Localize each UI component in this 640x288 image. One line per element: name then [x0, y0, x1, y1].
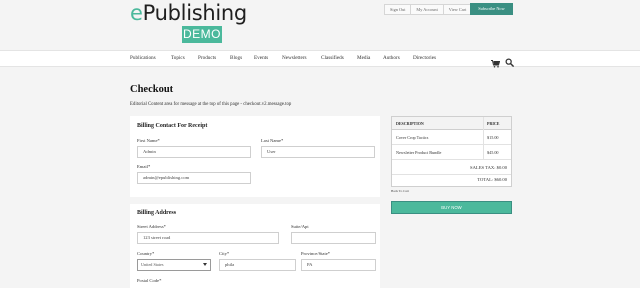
item-price: $15.00 [487, 135, 499, 140]
nav-item-media[interactable]: Media [357, 51, 370, 66]
item-description: Newsletter Product Bundle [396, 150, 442, 155]
nav-item-directories[interactable]: Directories [413, 51, 436, 66]
search-icon[interactable] [505, 54, 514, 72]
state-label: Province/State* [301, 251, 331, 256]
country-select[interactable]: United States [137, 259, 211, 271]
suite-field[interactable] [291, 232, 376, 244]
nav-item-events[interactable]: Events [254, 51, 268, 66]
main-nav: Publications Topics Products Blogs Event… [0, 50, 640, 68]
nav-item-classifieds[interactable]: Classifieds [321, 51, 344, 66]
sign-out-link[interactable]: Sign Out [385, 5, 412, 14]
buy-now-button[interactable]: BUY NOW [391, 201, 512, 214]
email-field[interactable]: admin@epublishing.com [137, 172, 251, 184]
nav-item-publications[interactable]: Publications [130, 51, 156, 66]
suite-label: Suite/Apt [291, 224, 309, 229]
description-column-header: DESCRIPTION [396, 121, 424, 126]
city-field[interactable]: phila [219, 259, 296, 271]
first-name-field[interactable]: Admin [137, 146, 251, 158]
account-links: Sign Out My Account View Cart [384, 4, 473, 15]
state-field[interactable]: PA [301, 259, 376, 271]
nav-item-authors[interactable]: Authors [383, 51, 400, 66]
postal-code-label: Postal Code* [137, 278, 162, 283]
sales-tax: SALES TAX: $0.00 [470, 165, 507, 170]
last-name-label: Last Name* [261, 138, 284, 143]
item-description: Cover Crop Tactics [396, 135, 429, 140]
nav-item-products[interactable]: Products [198, 51, 216, 66]
country-label: Country* [137, 251, 155, 256]
site-logo[interactable]: ePublishing [130, 1, 247, 25]
last-name-field[interactable]: User [261, 146, 375, 158]
billing-address-title: Billing Address [137, 210, 177, 216]
email-label: Email* [137, 164, 151, 169]
table-row: SALES TAX: $0.00 [392, 161, 511, 175]
billing-contact-panel: Billing Contact For Receipt First Name* … [130, 116, 380, 197]
table-row: Newsletter Product Bundle $45.00 [392, 146, 511, 160]
my-account-link[interactable]: My Account [411, 5, 444, 14]
order-total: TOTAL: $60.00 [477, 177, 507, 182]
chevron-down-icon [203, 263, 207, 266]
street-address-label: Street Address* [137, 224, 166, 229]
street-address-field[interactable]: 123 street road [137, 232, 279, 244]
subscribe-button[interactable]: Subscribe Now [470, 3, 513, 15]
view-cart-link[interactable]: View Cart [444, 5, 472, 14]
back-to-cart-link[interactable]: Back To Cart [391, 189, 409, 193]
price-column-header: PRICE [487, 121, 500, 126]
billing-contact-title: Billing Contact For Receipt [137, 123, 208, 129]
table-row: Cover Crop Tactics $15.00 [392, 131, 511, 145]
order-summary-table: DESCRIPTION PRICE Cover Crop Tactics $15… [391, 116, 512, 187]
item-price: $45.00 [487, 150, 499, 155]
editorial-message: Editorial Content area for message at th… [130, 102, 292, 107]
nav-item-topics[interactable]: Topics [171, 51, 185, 66]
page-title: Checkout [130, 84, 174, 95]
cart-icon[interactable] [491, 55, 501, 73]
demo-badge: DEMO [182, 26, 222, 43]
nav-item-blogs[interactable]: Blogs [230, 51, 242, 66]
billing-address-panel: Billing Address Street Address* 123 stre… [130, 204, 380, 288]
city-label: City* [219, 251, 230, 256]
site-header: ePublishing DEMO Sign Out My Account Vie… [0, 0, 640, 50]
country-select-value: United States [141, 262, 164, 267]
nav-item-newsletters[interactable]: Newsletters [282, 51, 307, 66]
first-name-label: First Name* [137, 138, 160, 143]
